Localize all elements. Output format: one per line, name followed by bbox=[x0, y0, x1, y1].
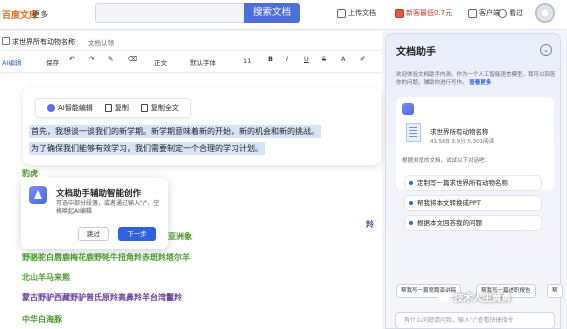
assistant-avatar-icon bbox=[402, 103, 414, 115]
copy-all-button[interactable]: 复制全文 bbox=[136, 101, 184, 115]
client-button[interactable]: 客户端 bbox=[468, 8, 500, 18]
see-more-link[interactable]: 查看更多 bbox=[469, 80, 491, 86]
watermark-text: 技术人生黄勇 bbox=[454, 293, 512, 304]
suggestion-item[interactable]: 帮我将本文转换成PPT bbox=[404, 195, 542, 211]
copy-icon bbox=[104, 104, 112, 112]
search-button[interactable]: 搜索文档 bbox=[244, 3, 300, 23]
more-link[interactable]: 更多 bbox=[32, 9, 48, 20]
next-button[interactable]: 下一步 bbox=[118, 227, 156, 241]
top-header: 百度文库 更多 搜索文档 上传文档 新客最低0.7元 客户端 看过 bbox=[0, 0, 567, 30]
client-icon bbox=[468, 8, 477, 18]
copy-all-icon bbox=[140, 104, 148, 112]
font-family-select[interactable]: 默认字体 bbox=[190, 57, 216, 67]
onboarding-tooltip: 文档助手辅助智能创作 可选中部分段落，或者通过输入"/"、空格唤起AI编辑 跳过… bbox=[21, 172, 168, 249]
format-painter-icon[interactable]: ✎ bbox=[108, 55, 113, 63]
underline-icon[interactable]: U bbox=[304, 55, 309, 63]
selected-text-line[interactable]: 首先，我想谈一谈我们的新学期。新学期意味着新的开始，新的机会和新的挑战。 bbox=[29, 125, 321, 138]
copy-label: 复制 bbox=[114, 104, 129, 112]
ai-smart-edit-button[interactable]: AI智能编辑 bbox=[42, 101, 98, 115]
save-button[interactable]: 保存 bbox=[46, 57, 59, 67]
text-color-icon[interactable]: A bbox=[341, 55, 345, 63]
clock-icon bbox=[498, 8, 507, 18]
ai-selection-toolbar: AI智能编辑 复制 复制全文 bbox=[35, 98, 191, 118]
content-line: 羚 bbox=[366, 220, 374, 229]
content-line: 亚洲象 bbox=[168, 232, 192, 241]
assistant-logo-icon bbox=[29, 186, 47, 204]
file-name[interactable]: 求世界所有动物名称 bbox=[430, 126, 489, 136]
document-title-bar: 求世界所有动物名称 文档认领 bbox=[0, 31, 382, 51]
file-meta: 41.5KB 3.9分 5,301阅读 bbox=[430, 139, 495, 145]
skip-button[interactable]: 跳过 bbox=[78, 227, 109, 241]
highlight-icon[interactable]: ✐ bbox=[360, 55, 365, 63]
vip-icon bbox=[395, 8, 404, 18]
wechat-icon bbox=[438, 292, 450, 302]
ai-edit-popup: AI智能编辑 复制 复制全文 首先，我想谈一谈我们的新学期。新学期意味着新的开始… bbox=[23, 88, 381, 165]
panel-title: 文档助手 bbox=[396, 47, 436, 58]
content-line: 北山羊马来熊 bbox=[22, 273, 70, 282]
upload-label: 上传文档 bbox=[348, 9, 376, 17]
font-size-select[interactable]: 11 bbox=[243, 57, 251, 65]
strikethrough-icon[interactable]: S bbox=[322, 55, 326, 63]
collapse-icon[interactable]: ⌄ bbox=[540, 44, 552, 56]
undo-icon[interactable]: ↶ bbox=[69, 55, 74, 63]
watched-label: 看过 bbox=[509, 9, 523, 17]
content-line: 野骆驼白唇鹿梅花鹿野牦牛扭角羚赤斑羚塔尔羊 bbox=[22, 253, 190, 262]
panel-intro: 欢迎体验文档助手内测。作为一个人工智能语言模型，我可以回答你的问题，辅助你进行写… bbox=[396, 71, 556, 87]
vip-button[interactable]: 新客最低0.7元 bbox=[395, 8, 452, 18]
vip-label: 新客最低0.7元 bbox=[406, 9, 453, 17]
suggestion-item[interactable]: 定制写一篇求世界所有动物名称 bbox=[404, 175, 542, 191]
paragraph-style-select[interactable]: 正文 bbox=[154, 57, 167, 67]
clear-format-icon[interactable]: ⌫ bbox=[128, 55, 137, 63]
italic-icon[interactable]: I bbox=[286, 55, 288, 63]
suggestion-hint: 根据浏览的文档，试试以下对话吧： bbox=[402, 158, 491, 164]
search-input[interactable] bbox=[95, 3, 245, 23]
tooltip-description: 可选中部分段落，或者通过输入"/"、空格唤起AI编辑 bbox=[56, 200, 160, 215]
copy-button[interactable]: 复制 bbox=[100, 101, 134, 115]
ai-edit-button[interactable]: AI编辑 bbox=[2, 57, 21, 67]
watermark: 技术人生黄勇 bbox=[438, 290, 511, 304]
claim-document-link[interactable]: 文档认领 bbox=[88, 37, 114, 47]
copy-all-label: 复制全文 bbox=[150, 104, 179, 112]
upload-icon bbox=[337, 8, 346, 18]
document-file-icon bbox=[406, 123, 421, 142]
bold-icon[interactable]: B bbox=[268, 55, 273, 63]
upload-button[interactable]: 上传文档 bbox=[337, 8, 376, 18]
chat-input[interactable]: 有什么问题请问我，输入"/"查看快捷指令 bbox=[395, 312, 555, 329]
redo-icon[interactable]: ↷ bbox=[89, 55, 94, 63]
tooltip-title: 文档助手辅助智能创作 bbox=[56, 189, 142, 199]
ai-smart-edit-label: AI智能编辑 bbox=[58, 104, 93, 112]
content-line: 蒙古野驴西藏野驴普氏原羚高鼻羚羊台湾鬣羚 bbox=[22, 293, 182, 302]
selected-text-line[interactable]: 为了确保我们能够有效学习，我们需要制定一个合理的学习计划。 bbox=[29, 142, 265, 155]
editor-toolbar: AI编辑 保存 ↶ ↷ ✎ ⌫ 正文 默认字体 11 B I U S A ✐ bbox=[0, 51, 382, 73]
ai-icon bbox=[47, 104, 55, 112]
watched-button[interactable]: 看过 bbox=[498, 8, 523, 18]
suggestion-item[interactable]: 根据本文回答我的问题 bbox=[404, 215, 542, 231]
content-line: 中华白海豚 bbox=[22, 315, 62, 324]
avatar[interactable] bbox=[535, 3, 555, 23]
client-label: 客户端 bbox=[479, 9, 500, 17]
quick-prompt-chip[interactable]: 帮 bbox=[547, 284, 563, 298]
document-title: 求世界所有动物名称 bbox=[12, 38, 75, 46]
document-checkbox[interactable] bbox=[2, 37, 10, 45]
